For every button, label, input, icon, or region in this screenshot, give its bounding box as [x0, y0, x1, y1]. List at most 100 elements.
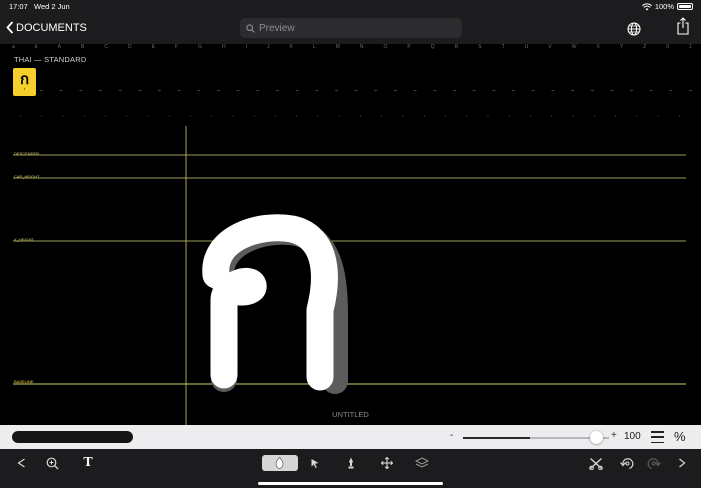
zoom-icon[interactable]	[44, 455, 60, 471]
play-icon[interactable]	[676, 455, 688, 471]
glyph-cell[interactable]: –	[591, 88, 594, 94]
glyph-cell[interactable]: –	[197, 88, 200, 94]
text-icon[interactable]: T	[80, 455, 96, 471]
glyph-cell[interactable]: O	[383, 44, 387, 50]
glyph-cell[interactable]: –	[158, 88, 161, 94]
tool-selector	[262, 455, 440, 471]
search-field[interactable]	[240, 18, 462, 38]
back-arrow-icon[interactable]	[14, 455, 28, 471]
glyph-cell[interactable]: –	[256, 88, 259, 94]
glyph-cell[interactable]: G	[198, 44, 202, 50]
glyph-cell[interactable]: –	[630, 88, 633, 94]
glyph-cell[interactable]: –	[650, 88, 653, 94]
search-input[interactable]	[259, 22, 449, 34]
share-button[interactable]	[675, 17, 691, 35]
glyph-cell[interactable]: –	[571, 88, 574, 94]
zoom-slider[interactable]	[463, 431, 609, 444]
glyph-cell[interactable]: –	[414, 88, 417, 94]
glyph-cell[interactable]: –	[99, 88, 102, 94]
glyph-cell[interactable]: B	[81, 44, 84, 50]
glyph-cell[interactable]: Q	[431, 44, 435, 50]
glyph-cell[interactable]: –	[60, 88, 63, 94]
glyph-cell[interactable]: H	[222, 44, 226, 50]
glyph-cell[interactable]: –	[178, 88, 181, 94]
glyph-cell[interactable]: X	[596, 44, 599, 50]
glyph-cell[interactable]: L	[313, 44, 316, 50]
glyph-cell[interactable]: 0	[666, 44, 669, 50]
glyph-cell[interactable]: –	[79, 88, 82, 94]
undo-icon[interactable]	[618, 455, 634, 471]
glyph-cell[interactable]: –	[237, 88, 240, 94]
status-date: Wed 2 Jun	[34, 2, 70, 11]
move-icon[interactable]	[369, 455, 405, 471]
share-icon	[677, 17, 689, 35]
glyph-cell[interactable]: N	[360, 44, 364, 50]
glyph-cell[interactable]: –	[670, 88, 673, 94]
glyph-editor-canvas[interactable]: DESCENDER CAP_HEIGHT X_HEIGHT BASELINE	[0, 120, 701, 425]
glyph-cell[interactable]: –	[394, 88, 397, 94]
selected-glyph-cell[interactable]: ก •	[13, 68, 36, 96]
glyph-cell[interactable]: –	[532, 88, 535, 94]
glyph-cell[interactable]: –	[315, 88, 318, 94]
percent-icon[interactable]: %	[674, 429, 686, 444]
glyph-cell[interactable]: –	[433, 88, 436, 94]
glyph-cell[interactable]: Y	[620, 44, 623, 50]
glyph-cell[interactable]: –	[276, 88, 279, 94]
glyph-cell[interactable]: Z	[643, 44, 646, 50]
glyph-cell[interactable]: K	[290, 44, 293, 50]
glyph-cell[interactable]: –	[610, 88, 613, 94]
baseline-label: BASELINE	[14, 379, 34, 384]
glyph-cell[interactable]: –	[119, 88, 122, 94]
menu-icon[interactable]	[651, 431, 664, 443]
glyph-cell[interactable]: –	[374, 88, 377, 94]
glyph-cell[interactable]: U	[525, 44, 529, 50]
glyph-cell[interactable]: T	[502, 44, 505, 50]
glyph-cell[interactable]: S	[478, 44, 481, 50]
battery-percent: 100%	[654, 2, 674, 11]
glyph-cell[interactable]: –	[138, 88, 141, 94]
glyph-cell[interactable]: –	[551, 88, 554, 94]
preview-text-field[interactable]	[12, 431, 133, 443]
pen-tool-icon[interactable]	[262, 455, 298, 471]
glyph-cell[interactable]: V	[548, 44, 551, 50]
glyph-cell[interactable]: W	[572, 44, 577, 50]
glyph-cell[interactable]: a	[12, 44, 15, 50]
glyph-cell[interactable]: C	[104, 44, 108, 50]
glyph-cell[interactable]: –	[492, 88, 495, 94]
glyph-cell[interactable]: –	[217, 88, 220, 94]
globe-icon	[627, 22, 641, 36]
glyph-cell[interactable]: –	[689, 88, 692, 94]
glyph-cell[interactable]: D	[128, 44, 132, 50]
zoom-in-button[interactable]: +	[611, 430, 617, 441]
glyph-cell[interactable]: F	[175, 44, 178, 50]
glyph-cell[interactable]: –	[512, 88, 515, 94]
glyph-set-title: THAI — STANDARD	[14, 55, 87, 64]
battery-icon	[677, 3, 693, 10]
glyph-cell[interactable]: –	[335, 88, 338, 94]
glyph-cell[interactable]: E	[152, 44, 155, 50]
glyph-cell[interactable]: R	[455, 44, 459, 50]
glyph-cell[interactable]: I	[246, 44, 247, 50]
tools-icon[interactable]	[588, 455, 604, 471]
zoom-out-button[interactable]: -	[450, 430, 453, 441]
zoom-slider-knob[interactable]	[590, 431, 604, 444]
glyph-cell[interactable]: J	[267, 44, 270, 50]
zoom-slider-fill	[463, 437, 531, 439]
redo-icon[interactable]	[646, 455, 662, 471]
glyph-cell[interactable]: b	[35, 44, 38, 50]
back-button[interactable]: DOCUMENTS	[6, 21, 87, 34]
glyph-cell[interactable]: –	[355, 88, 358, 94]
layers-icon[interactable]	[404, 455, 440, 471]
glyph-cell[interactable]: –	[453, 88, 456, 94]
glyph-cell[interactable]: –	[473, 88, 476, 94]
glyph-cell[interactable]: A	[58, 44, 61, 50]
glyph-cell[interactable]: M	[336, 44, 340, 50]
glyph-cell[interactable]: –	[296, 88, 299, 94]
search-icon	[246, 23, 255, 33]
glyph-cell[interactable]: P	[407, 44, 410, 50]
glyph-cell[interactable]: –	[40, 88, 43, 94]
brush-icon[interactable]	[333, 455, 369, 471]
globe-button[interactable]	[626, 21, 642, 37]
pointer-icon[interactable]	[298, 455, 334, 471]
glyph-cell[interactable]: 1	[689, 44, 692, 50]
